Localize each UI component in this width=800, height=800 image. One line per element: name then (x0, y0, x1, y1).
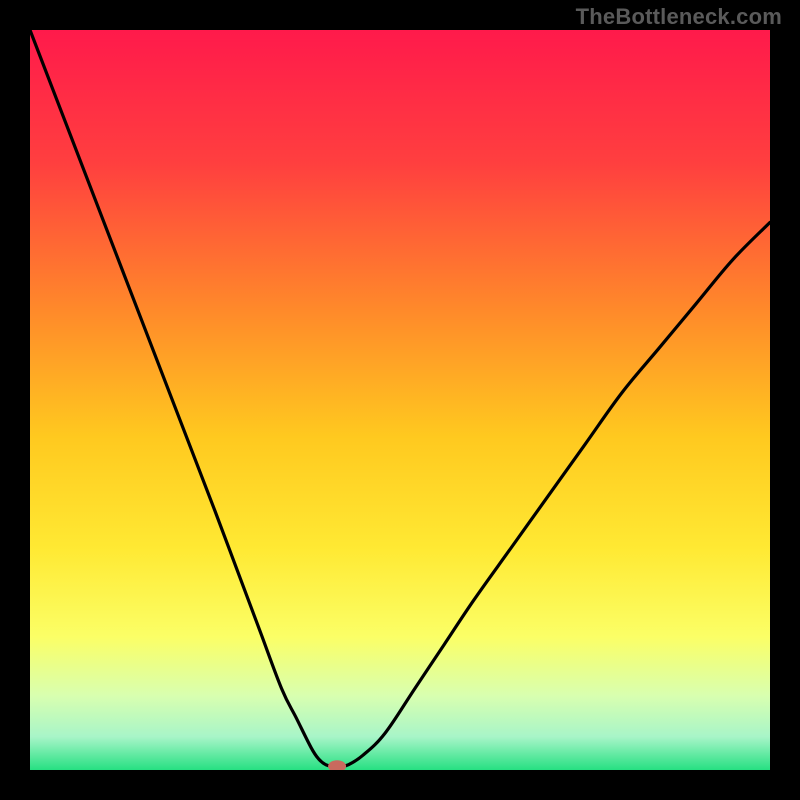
chart-frame: TheBottleneck.com (0, 0, 800, 800)
gradient-background (30, 30, 770, 770)
chart-plot-area (30, 30, 770, 770)
watermark-text: TheBottleneck.com (576, 4, 782, 30)
chart-svg (30, 30, 770, 770)
